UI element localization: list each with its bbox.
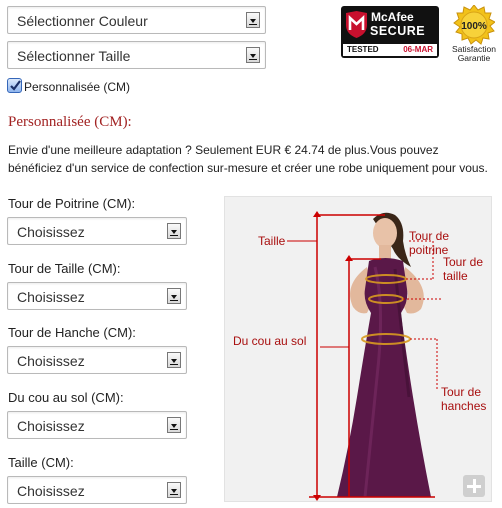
mcafee-brand: McAfee bbox=[371, 10, 414, 24]
waist-label: Tour de Taille (CM): bbox=[8, 261, 121, 276]
waist-select-value: Choisissez bbox=[17, 289, 85, 305]
arrow-up-icon bbox=[345, 255, 353, 261]
hip-label: Tour de Hanche (CM): bbox=[8, 325, 136, 340]
diagram-label-tour-taille-1: Tour de bbox=[443, 255, 484, 269]
chevron-down-icon bbox=[167, 352, 181, 368]
diagram-label-hanches-1: Tour de bbox=[441, 385, 482, 399]
color-select-value: Sélectionner Couleur bbox=[17, 13, 148, 29]
chest-select[interactable]: Choisissez bbox=[7, 217, 187, 245]
seal-caption: Satisfaction Garantie bbox=[448, 45, 500, 63]
seal-percent: 100% bbox=[461, 21, 487, 32]
gold-seal-icon: 100% bbox=[453, 5, 495, 45]
chevron-down-icon bbox=[167, 482, 181, 498]
custom-section-title: Personnalisée (CM): bbox=[8, 114, 132, 130]
chest-select-value: Choisissez bbox=[17, 224, 85, 240]
head-shape bbox=[373, 218, 397, 248]
diagram-label-cou-sol: Du cou au sol bbox=[233, 334, 307, 348]
height-select[interactable]: Choisissez bbox=[7, 476, 187, 504]
diagram-label-hanches-2: hanches bbox=[441, 399, 487, 413]
mcafee-secure-badge[interactable]: McAfee SECURE TESTED 06-MAR bbox=[341, 6, 439, 58]
chevron-down-icon bbox=[167, 417, 181, 433]
checkmark-icon bbox=[10, 80, 21, 91]
neck-shape bbox=[379, 245, 391, 259]
mcafee-secure-text: SECURE bbox=[370, 24, 426, 38]
waist-select[interactable]: Choisissez bbox=[7, 282, 187, 310]
chevron-down-icon bbox=[167, 288, 181, 304]
neck-to-floor-select[interactable]: Choisissez bbox=[7, 411, 187, 439]
chevron-down-icon bbox=[246, 47, 260, 63]
chevron-down-icon bbox=[167, 223, 181, 239]
hip-select-value: Choisissez bbox=[17, 353, 85, 369]
hip-select[interactable]: Choisissez bbox=[7, 346, 187, 374]
mcafee-footer: TESTED 06-MAR bbox=[343, 44, 437, 56]
color-select[interactable]: Sélectionner Couleur bbox=[7, 6, 266, 34]
chevron-down-icon bbox=[246, 12, 260, 28]
mcafee-tested: TESTED bbox=[347, 45, 379, 54]
satisfaction-seal: 100% Satisfaction Garantie bbox=[448, 3, 500, 65]
diagram-label-hanches: Tour de hanches bbox=[441, 385, 486, 413]
neck-to-floor-select-value: Choisissez bbox=[17, 418, 85, 434]
chest-label: Tour de Poitrine (CM): bbox=[8, 196, 136, 211]
diagram-label-tour-taille: Tour de taille bbox=[443, 255, 483, 283]
seal-caption-line2: Garantie bbox=[457, 53, 491, 63]
mcafee-date: 06-MAR bbox=[403, 45, 433, 54]
diagram-label-tour-taille-2: taille bbox=[443, 269, 468, 283]
measurement-diagram: Taille Tour de poitrine Tour de taille D… bbox=[224, 196, 492, 502]
custom-intro-text: Envie d'une meilleure adaptation ? Seule… bbox=[8, 143, 488, 175]
neck-to-floor-label: Du cou au sol (CM): bbox=[8, 390, 124, 405]
arrow-up-icon bbox=[313, 211, 321, 217]
size-select[interactable]: Sélectionner Taille bbox=[7, 41, 266, 69]
height-label: Taille (CM): bbox=[8, 455, 74, 470]
diagram-label-taille: Taille bbox=[258, 234, 286, 248]
height-select-value: Choisissez bbox=[17, 483, 85, 499]
diagram-label-poitrine: Tour de poitrine bbox=[409, 229, 450, 257]
arrow-down-icon bbox=[313, 495, 321, 501]
zoom-plus-icon[interactable] bbox=[463, 475, 485, 497]
size-select-value: Sélectionner Taille bbox=[17, 48, 131, 64]
mcafee-shield-icon bbox=[346, 11, 367, 38]
custom-size-label: Personnalisée (CM) bbox=[24, 80, 131, 94]
custom-size-checkbox[interactable] bbox=[7, 78, 22, 93]
